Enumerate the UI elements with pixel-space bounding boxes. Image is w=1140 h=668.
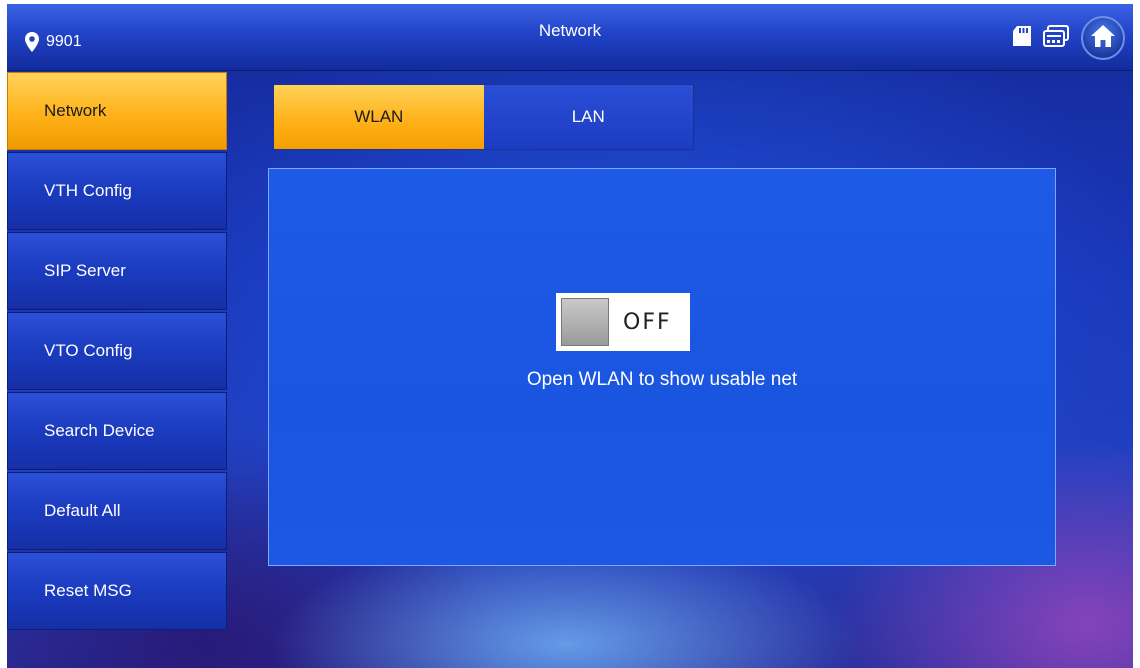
sidebar-item-label: Reset MSG [44, 581, 132, 600]
sidebar-item-search-device[interactable]: Search Device [7, 392, 227, 470]
wlan-panel: OFF Open WLAN to show usable net [268, 168, 1056, 566]
sidebar-item-label: Default All [44, 501, 121, 520]
sidebar-item-sip-server[interactable]: SIP Server [7, 232, 227, 310]
tab-wlan[interactable]: WLAN [274, 85, 484, 149]
tab-label: WLAN [354, 107, 404, 126]
toggle-knob [561, 298, 609, 346]
sidebar-item-label: SIP Server [44, 261, 126, 280]
tab-label: LAN [571, 107, 605, 126]
sidebar-item-label: VTO Config [44, 341, 133, 360]
home-button[interactable] [1081, 16, 1125, 60]
home-icon [1090, 24, 1116, 53]
sidebar-item-label: Network [44, 101, 107, 120]
header-bar: 9901 Network [7, 4, 1133, 71]
toggle-state-label: OFF [623, 309, 672, 335]
wlan-hint-text: Open WLAN to show usable net [526, 369, 798, 390]
tab-lan[interactable]: LAN [483, 85, 693, 149]
screen: 9901 Network Network VTH Config SIP Serv… [7, 4, 1133, 668]
sidebar-item-reset-msg[interactable]: Reset MSG [7, 552, 227, 630]
sidebar-item-default-all[interactable]: Default All [7, 472, 227, 550]
sd-card-icon [1011, 25, 1033, 52]
sidebar-item-vto-config[interactable]: VTO Config [7, 312, 227, 390]
status-icons [1001, 16, 1125, 60]
page-title: Network [538, 21, 602, 40]
wlan-toggle[interactable]: OFF [556, 293, 690, 351]
message-icon[interactable] [1043, 24, 1069, 52]
sidebar-item-network[interactable]: Network [7, 72, 227, 150]
sidebar-item-label: VTH Config [44, 181, 132, 200]
sidebar-item-label: Search Device [44, 421, 155, 440]
sidebar-item-vth-config[interactable]: VTH Config [7, 152, 227, 230]
network-tabs: WLAN LAN [273, 84, 694, 150]
